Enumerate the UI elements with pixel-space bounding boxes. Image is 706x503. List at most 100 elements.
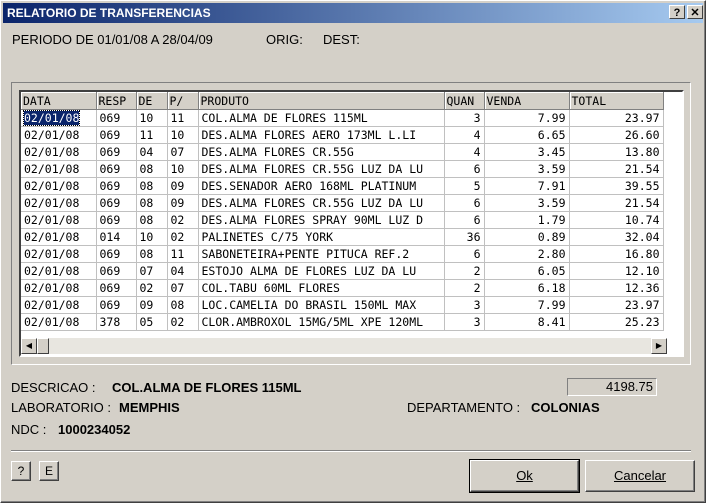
table-cell[interactable]: 02/01/08 — [21, 126, 97, 144]
table-cell[interactable]: 13.80 — [569, 143, 664, 161]
table-cell[interactable]: 4 — [444, 143, 485, 161]
table-row[interactable]: 02/01/08 069 11 10 DES.ALMA FLORES AERO 173M… — [21, 126, 664, 144]
table-cell[interactable]: 7.91 — [484, 177, 570, 195]
table-cell[interactable]: 6 — [444, 245, 485, 263]
table-cell[interactable]: 02/01/08 — [21, 211, 97, 229]
table-cell[interactable]: 069 — [96, 143, 137, 161]
table-cell[interactable]: 02 — [136, 279, 168, 297]
column-header[interactable]: DATA — [21, 92, 97, 110]
column-header[interactable]: DE — [136, 92, 168, 110]
table-cell[interactable]: 10 — [167, 160, 199, 178]
column-header[interactable]: QUAN — [444, 92, 485, 110]
column-header[interactable]: P/ — [167, 92, 199, 110]
table-cell[interactable]: 3.59 — [484, 194, 570, 212]
table-cell[interactable]: 02/01/08 — [21, 177, 97, 195]
table-cell[interactable]: 069 — [96, 109, 137, 127]
table-row[interactable]: 02/01/08 014 10 02 PALINETES C/75 YORK 36 0.89… — [21, 228, 664, 246]
table-cell[interactable]: 02/01/08 — [21, 194, 97, 212]
help-button[interactable]: ? — [11, 461, 31, 481]
table-cell[interactable]: 3 — [444, 313, 485, 331]
table-cell[interactable]: 10 — [136, 228, 168, 246]
table-cell[interactable]: 069 — [96, 126, 137, 144]
table-row[interactable]: 02/01/08 069 07 04 ESTOJO ALMA DE FLORES LUZ… — [21, 262, 664, 280]
table-cell[interactable]: 02 — [167, 313, 199, 331]
table-cell[interactable]: 1.79 — [484, 211, 570, 229]
table-cell[interactable]: 26.60 — [569, 126, 664, 144]
table-cell[interactable]: COL.TABU 60ML FLORES — [198, 279, 445, 297]
table-cell[interactable]: 8.41 — [484, 313, 570, 331]
table-cell[interactable]: 4 — [444, 126, 485, 144]
table-cell[interactable]: 6.18 — [484, 279, 570, 297]
table-cell[interactable]: 02/01/08 — [21, 296, 97, 314]
table-cell[interactable]: 6 — [444, 194, 485, 212]
table-cell[interactable]: 02/01/08 — [21, 262, 97, 280]
table-cell[interactable]: DES.ALMA FLORES CR.55G LUZ DA LU — [198, 160, 445, 178]
table-cell[interactable]: 11 — [136, 126, 168, 144]
table-cell[interactable]: 6 — [444, 160, 485, 178]
table-cell[interactable]: 02/01/08 — [21, 143, 97, 161]
table-cell[interactable]: 02/01/08 — [21, 279, 97, 297]
column-header[interactable]: PRODUTO — [198, 92, 445, 110]
table-row[interactable]: 02/01/08 069 09 08 LOC.CAMELIA DO BRASIL 150… — [21, 296, 664, 314]
table-cell[interactable]: 02 — [167, 228, 199, 246]
table-cell[interactable]: 069 — [96, 296, 137, 314]
table-cell[interactable]: 36 — [444, 228, 485, 246]
table-cell[interactable]: 07 — [167, 279, 199, 297]
table-cell[interactable]: 069 — [96, 245, 137, 263]
e-button[interactable]: E — [39, 461, 59, 481]
table-cell[interactable]: 02/01/08 — [21, 109, 97, 127]
cancel-button[interactable]: Cancelar — [585, 460, 695, 492]
table-cell[interactable]: 04 — [136, 143, 168, 161]
transfer-grid[interactable]: DATA RESP DE P/PRODUTO QUAN VENDA TOTAL 02/01/… — [19, 90, 684, 357]
table-cell[interactable]: 02/01/08 — [21, 245, 97, 263]
table-cell[interactable]: 6.65 — [484, 126, 570, 144]
table-cell[interactable]: 10.74 — [569, 211, 664, 229]
title-bar[interactable]: RELATORIO DE TRANSFERENCIAS ? ✕ — [3, 3, 703, 23]
table-cell[interactable]: 069 — [96, 160, 137, 178]
table-cell[interactable]: 069 — [96, 279, 137, 297]
table-cell[interactable]: 069 — [96, 211, 137, 229]
scroll-left-icon[interactable]: ◀ — [21, 338, 37, 354]
table-cell[interactable]: 2 — [444, 279, 485, 297]
ok-button[interactable]: Ok — [469, 459, 580, 493]
table-cell[interactable]: 7.99 — [484, 296, 570, 314]
horizontal-scrollbar[interactable]: ◀ ▶ — [21, 338, 667, 354]
table-cell[interactable]: 11 — [167, 245, 199, 263]
table-cell[interactable]: 3 — [444, 296, 485, 314]
table-cell[interactable]: 7.99 — [484, 109, 570, 127]
table-cell[interactable]: 09 — [136, 296, 168, 314]
table-cell[interactable]: DES.ALMA FLORES CR.55G LUZ DA LU — [198, 194, 445, 212]
table-cell[interactable]: 11 — [167, 109, 199, 127]
table-cell[interactable]: 069 — [96, 177, 137, 195]
table-cell[interactable]: 6 — [444, 211, 485, 229]
table-cell[interactable]: 07 — [136, 262, 168, 280]
table-cell[interactable]: 02/01/08 — [21, 160, 97, 178]
table-row[interactable]: 02/01/08 378 05 02 CLOR.AMBROXOL 15MG/5ML XP… — [21, 313, 664, 331]
column-header[interactable]: RESP — [96, 92, 137, 110]
table-cell[interactable]: 0.89 — [484, 228, 570, 246]
table-cell[interactable]: 21.54 — [569, 160, 664, 178]
table-cell[interactable]: CLOR.AMBROXOL 15MG/5ML XPE 120ML — [198, 313, 445, 331]
table-row[interactable]: 02/01/08 069 08 09 DES.SENADOR AERO 168ML PL… — [21, 177, 664, 195]
column-header[interactable]: VENDA — [484, 92, 570, 110]
table-row[interactable]: 02/01/08 069 10 11 COL.ALMA DE FLORES 115ML 3… — [21, 109, 664, 127]
table-cell[interactable]: 05 — [136, 313, 168, 331]
column-header[interactable]: TOTAL — [569, 92, 664, 110]
table-cell[interactable]: 2.80 — [484, 245, 570, 263]
table-cell[interactable]: 014 — [96, 228, 137, 246]
table-cell[interactable]: DES.SENADOR AERO 168ML PLATINUM — [198, 177, 445, 195]
table-cell[interactable]: 069 — [96, 262, 137, 280]
table-cell[interactable]: 10 — [136, 109, 168, 127]
table-cell[interactable]: 08 — [136, 194, 168, 212]
table-cell[interactable]: 3.45 — [484, 143, 570, 161]
table-cell[interactable]: 3 — [444, 109, 485, 127]
table-row[interactable]: 02/01/08 069 02 07 COL.TABU 60ML FLORES 2 6.18… — [21, 279, 664, 297]
table-cell[interactable]: 02/01/08 — [21, 313, 97, 331]
table-cell[interactable]: 3.59 — [484, 160, 570, 178]
table-cell[interactable]: PALINETES C/75 YORK — [198, 228, 445, 246]
table-cell[interactable]: 21.54 — [569, 194, 664, 212]
table-cell[interactable]: SABONETEIRA+PENTE PITUCA REF.2 — [198, 245, 445, 263]
table-cell[interactable]: 5 — [444, 177, 485, 195]
table-cell[interactable]: 16.80 — [569, 245, 664, 263]
table-cell[interactable]: 23.97 — [569, 296, 664, 314]
